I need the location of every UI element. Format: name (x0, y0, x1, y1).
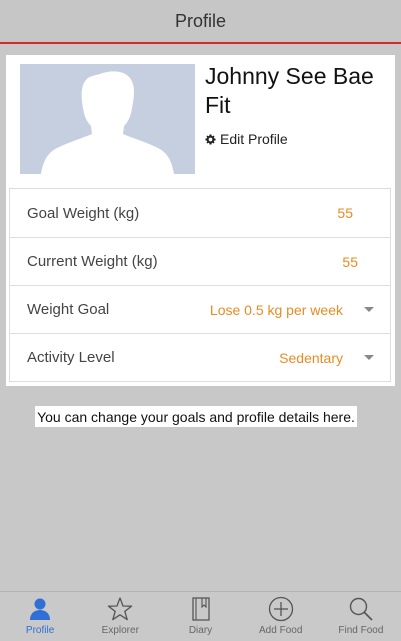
profile-name: Johnny See Bae Fit (205, 63, 374, 118)
chevron-down-icon (364, 307, 374, 312)
gear-icon (205, 133, 216, 145)
page-title: Profile (174, 10, 227, 31)
edit-profile-button[interactable]: Edit Profile (205, 131, 288, 147)
activity-level-value: Sedentary (279, 349, 343, 366)
search-icon (349, 597, 373, 621)
goal-weight-value: 55 (337, 205, 353, 221)
current-weight-value: 55 (342, 253, 358, 270)
tab-label: Diary (188, 625, 213, 636)
tab-find-food[interactable]: Find Food (321, 592, 401, 641)
chevron-down-icon (364, 355, 374, 360)
tab-profile[interactable]: Profile (0, 592, 80, 641)
book-icon (191, 597, 210, 621)
current-weight-row[interactable]: Current Weight (kg) 55 (10, 237, 390, 285)
activity-level-label: Activity Level (27, 349, 115, 366)
tab-label: Add Food (259, 625, 303, 636)
tab-label: Explorer (101, 625, 139, 636)
current-weight-label: Current Weight (kg) (27, 253, 158, 270)
goal-weight-label: Goal Weight (kg) (27, 204, 140, 222)
weight-goal-value: Lose 0.5 kg per week (209, 301, 343, 318)
goal-weight-row[interactable]: Goal Weight (kg) 55 (10, 189, 390, 237)
plus-circle-icon (268, 596, 293, 622)
weight-goal-label: Weight Goal (27, 301, 110, 318)
weight-goal-row[interactable]: Weight Goal Lose 0.5 kg per week (10, 285, 390, 333)
avatar-silhouette-icon (41, 71, 174, 174)
star-icon (108, 597, 133, 621)
tab-diary[interactable]: Diary (160, 592, 240, 641)
help-text: You can change your goals and profile de… (35, 406, 357, 427)
tab-explorer[interactable]: Explorer (80, 592, 160, 641)
edit-profile-label: Edit Profile (220, 131, 288, 147)
person-icon (30, 598, 51, 620)
header-bar: Profile (0, 0, 401, 44)
tab-label: Profile (25, 625, 55, 636)
activity-level-row[interactable]: Activity Level Sedentary (10, 333, 390, 381)
avatar[interactable] (20, 64, 195, 174)
tab-add-food[interactable]: Add Food (241, 592, 321, 641)
tab-bar: Profile Explorer Diary Add Food Find Foo… (0, 591, 401, 641)
tab-label: Find Food (338, 625, 384, 636)
settings-list: Goal Weight (kg) 55 Current Weight (kg) … (9, 188, 391, 382)
app-window: Profile Johnny See Bae Fit Edit Profile … (0, 0, 401, 641)
profile-card: Johnny See Bae Fit Edit Profile Goal Wei… (6, 55, 395, 386)
